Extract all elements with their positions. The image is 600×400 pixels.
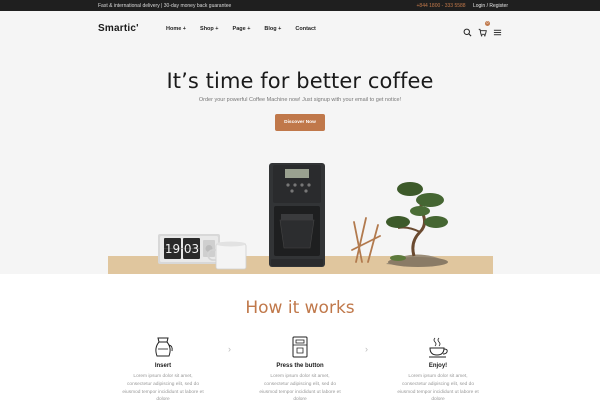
wooden-sticks-image [351, 217, 381, 263]
coffee-pot-icon [155, 337, 173, 357]
step-text: Lorem ipsum dolor sit amet, consectetur … [259, 374, 341, 400]
coffee-machine-icon [292, 336, 308, 358]
clock-hour-digits: 19 [165, 242, 180, 256]
step-title: Press the button [276, 363, 324, 369]
clock-minute-digits: 03 [184, 242, 199, 256]
chevron-right-icon: › [365, 344, 368, 354]
coffee-machine-image [269, 163, 325, 267]
how-it-works-title: How it works [245, 298, 355, 318]
step-insert: Insert Lorem ipsum dolor sit amet, conse… [121, 335, 205, 400]
step-title: Enjoy! [428, 363, 448, 369]
step-title: Insert [154, 363, 172, 369]
bonsai-tree-image [386, 182, 448, 267]
step-press-button: Press the button Lorem ipsum dolor sit a… [258, 335, 342, 400]
step-text: Lorem ipsum dolor sit amet, consectetur … [122, 374, 204, 400]
chevron-right-icon: › [228, 344, 231, 354]
coffee-cup-icon [429, 337, 448, 358]
step-enjoy: Enjoy! Lorem ipsum dolor sit amet, conse… [396, 335, 480, 400]
step-text: Lorem ipsum dolor sit amet, consectetur … [397, 374, 479, 400]
